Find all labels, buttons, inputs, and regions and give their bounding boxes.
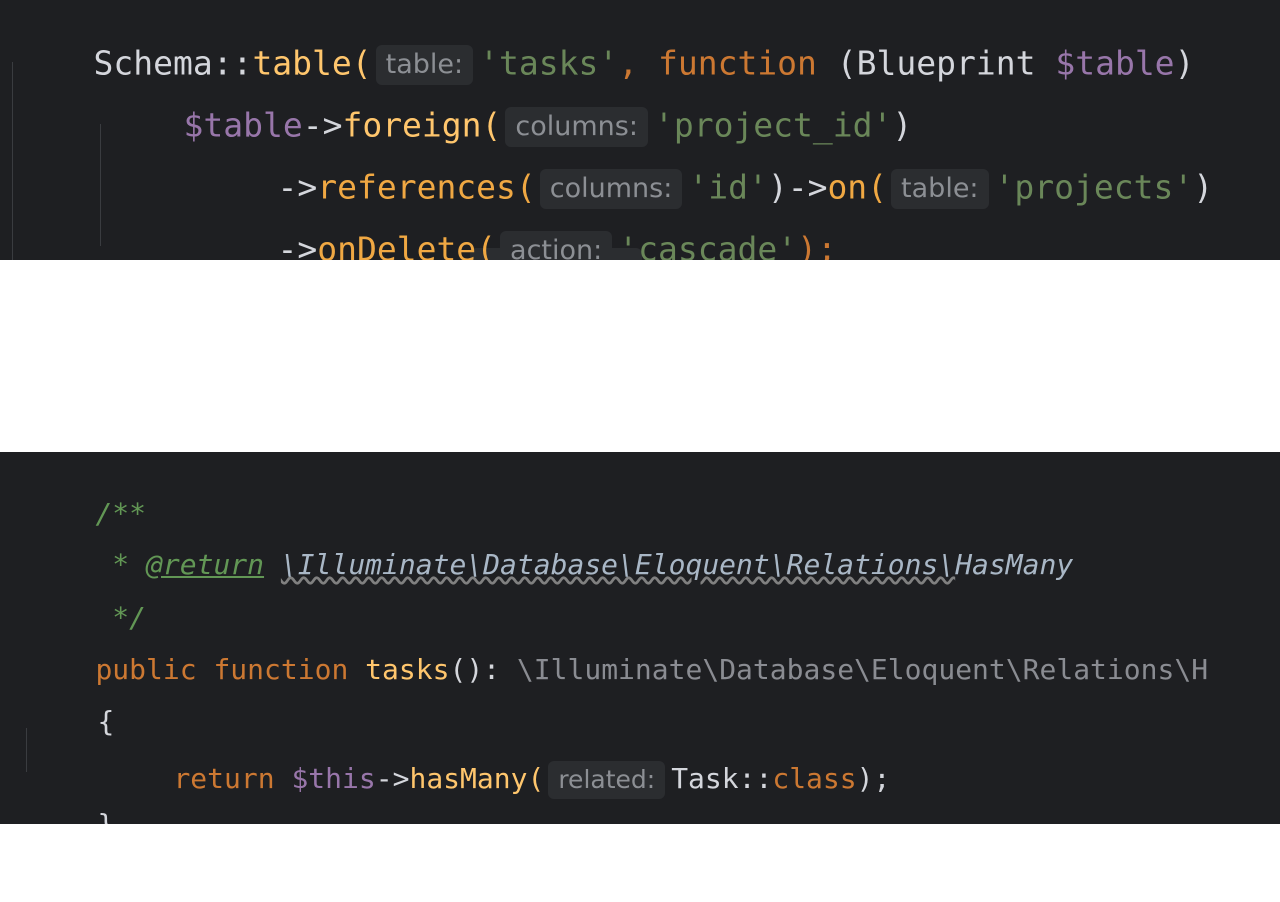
indent-guide [100,124,101,246]
token-function-name: tasks [365,653,450,686]
token-keyword: class [772,762,857,795]
code-line-4: ->onDelete(action:'cascade'); [198,198,837,260]
inlay-hint: table: [891,169,989,210]
token-punct: ); [856,762,891,795]
inlay-hint: related: [548,761,666,799]
token-operator: -> [277,229,318,260]
token-method: onDelete( [317,229,497,260]
token-doc-type: \Illuminate\Database\Eloquent\Relations\ [280,548,956,581]
token-punct: (): [449,653,517,686]
token-comment [264,548,281,581]
token-doc-type: HasMany [955,548,1074,581]
code-line-doc-return: * @return \Illuminate\Database\Eloquent\… [28,523,1073,607]
token-variable: $this [291,762,376,795]
token-punct: } [97,808,114,825]
code-line-return: return $this->hasMany(related: Task::clas… [106,733,890,824]
code-snippet-relation: /** * @return \Illuminate\Database\Eloqu… [0,452,1280,824]
code-line-brace-open: { [30,680,114,764]
token-keyword: return [173,762,275,795]
token-class: Task:: [671,762,773,795]
indent-guide [12,62,13,260]
code-line-signature: public function tasks(): \Illuminate\Dat… [28,628,1208,712]
inlay-hint: action: [500,231,613,260]
token-keyword: function [213,653,349,686]
token-punct: ); [797,229,837,260]
token-variable: $table [1055,43,1175,83]
token-punct: ) [1174,43,1195,83]
token-operator: -> [375,762,410,795]
token-doc-tag: @return [146,548,265,581]
token-method: hasMany( [409,762,545,795]
code-snippet-migration: Schema::table(table:'tasks', function (B… [0,0,1280,260]
indent-guide [26,728,27,772]
code-line-brace-close: } [30,783,114,825]
token-return-type: \Illuminate\Database\Eloquent\Relations\… [516,653,1209,686]
token-string: 'cascade' [618,229,798,260]
token-string: 'projects' [994,167,1194,207]
token-punct: ) [1193,167,1214,207]
